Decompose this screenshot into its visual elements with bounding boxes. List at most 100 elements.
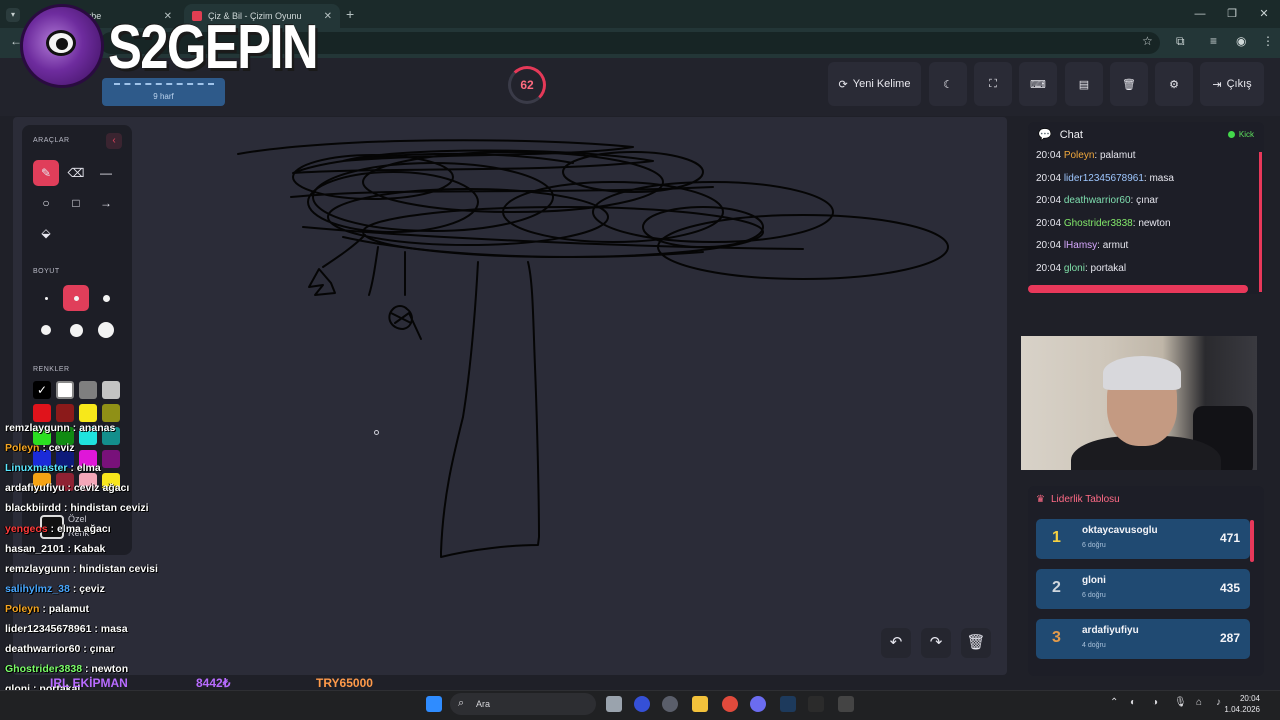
size-option-3[interactable] <box>93 285 119 311</box>
color-swatch[interactable] <box>56 381 74 399</box>
colors-section-title: RENKLER <box>33 366 70 373</box>
media-icon[interactable]: ≡ <box>1210 34 1217 48</box>
tray-chevron-icon[interactable]: ⌃ <box>1110 697 1118 708</box>
exit-button[interactable]: ⇥ Çıkış <box>1200 62 1264 106</box>
volume-icon[interactable]: ♪ <box>1216 697 1221 708</box>
windows-start-icon[interactable] <box>426 696 442 712</box>
new-tab-button[interactable]: + <box>346 6 354 22</box>
ea-app-icon[interactable] <box>634 696 650 712</box>
correct-count: 6 doğru <box>1082 592 1106 599</box>
size-option-2[interactable] <box>63 285 89 311</box>
trash-button[interactable]: 🗑 <box>1110 62 1148 106</box>
app-icon[interactable] <box>838 696 854 712</box>
archive-button[interactable]: ▤ <box>1065 62 1103 106</box>
rank-number: 2 <box>1052 579 1061 596</box>
canopy-loop <box>307 171 479 233</box>
overlay-chat-line: Linuxmaster : elma <box>5 462 101 474</box>
circle-tool-button[interactable]: ○ <box>33 190 59 216</box>
window-controls: — ❐ ✕ <box>1184 0 1280 28</box>
bookmark-star-icon[interactable]: ☆ <box>1142 34 1153 48</box>
restore-icon[interactable]: ❐ <box>1216 0 1248 28</box>
microphone-icon[interactable]: 🎙 <box>1174 697 1187 708</box>
size-option-6[interactable] <box>93 317 119 343</box>
overlay-chat-user: deathwarrior60 <box>5 643 81 656</box>
tray-icon[interactable]: ◑ <box>1152 697 1158 708</box>
color-swatch[interactable] <box>56 404 74 422</box>
message-time: 20:04 <box>1036 240 1062 252</box>
player-score: 435 <box>1219 581 1240 595</box>
app-icon[interactable] <box>662 696 678 712</box>
settings-button[interactable]: ⚙ <box>1155 62 1193 106</box>
message-time: 20:04 <box>1036 195 1062 207</box>
leaderboard-panel: ♛ Liderlik Tablosu 1 oktaycavusoglu 6 doğr… <box>1028 486 1264 676</box>
discord-icon[interactable] <box>750 696 766 712</box>
line-tool-button[interactable]: — <box>93 160 119 186</box>
new-word-button[interactable]: ⟳ Yeni Kelime <box>828 62 921 106</box>
steam-icon[interactable] <box>780 696 796 712</box>
redo-button[interactable]: ↷ <box>921 628 951 658</box>
eraser-tool-button[interactable]: ⌫ <box>63 160 89 186</box>
size-option-1[interactable] <box>33 285 59 311</box>
close-icon[interactable]: ✕ <box>324 11 332 22</box>
fullscreen-button[interactable]: ⛶ <box>974 62 1012 106</box>
message-user[interactable]: gloni <box>1064 263 1085 274</box>
color-swatch[interactable] <box>102 381 120 399</box>
chat-scrollbar[interactable] <box>1259 152 1262 292</box>
message-user[interactable]: lider12345678961 <box>1064 173 1144 184</box>
close-window-icon[interactable]: ✕ <box>1248 0 1280 28</box>
task-view-icon[interactable] <box>606 696 622 712</box>
color-swatch[interactable] <box>102 404 120 422</box>
fill-tool-button[interactable]: ⬙ <box>33 220 59 246</box>
menu-icon[interactable]: ⋮ <box>1262 34 1274 48</box>
profile-icon[interactable]: ◉ <box>1236 34 1246 48</box>
tools-section-title: ARAÇLAR <box>33 137 70 144</box>
overlay-chat-user: salihylmz_38 <box>5 582 70 595</box>
fruit-sketch <box>388 305 422 340</box>
rectangle-tool-button[interactable]: □ <box>63 190 89 216</box>
chat-title: Chat <box>1059 128 1083 141</box>
player-name: ardafiyufiyu <box>1082 625 1139 636</box>
minimize-icon[interactable]: — <box>1184 0 1216 28</box>
taskbar-clock[interactable]: 20:04 1.04.2026 <box>1224 693 1260 715</box>
chrome-icon[interactable] <box>722 696 738 712</box>
undo-button[interactable]: ↶ <box>881 628 911 658</box>
overlay-chat-line: Ghostrider3838 : newton <box>5 663 128 675</box>
correct-count: 4 doğru <box>1082 642 1106 649</box>
taskbar-search[interactable]: ⌕ Ara <box>450 693 596 715</box>
overlay-chat-text: : Kabak <box>64 542 106 555</box>
size-option-5[interactable] <box>63 317 89 343</box>
color-swatch[interactable] <box>33 404 51 422</box>
keyboard-button[interactable]: ⌨ <box>1019 62 1057 106</box>
pen-tool-button[interactable]: ✎ <box>33 160 59 186</box>
arrow-tool-button[interactable]: → <box>93 190 119 216</box>
message-text: çınar <box>1136 195 1159 207</box>
message-user[interactable]: Ghostrider3838 <box>1064 218 1133 229</box>
gear-icon: ⚙ <box>1169 78 1179 91</box>
size-option-4[interactable] <box>33 317 59 343</box>
extensions-icon[interactable]: ⧉ <box>1176 34 1185 49</box>
collapse-panel-button[interactable]: ‹ <box>106 133 122 149</box>
color-swatch[interactable] <box>79 404 97 422</box>
color-swatch[interactable]: ✓ <box>33 381 51 399</box>
tray-icon[interactable]: ◐ <box>1130 697 1136 708</box>
message-user[interactable]: Poleyn <box>1064 150 1095 161</box>
overlay-chat-user: blackbiirdd <box>5 502 62 515</box>
app-icon[interactable] <box>808 696 824 712</box>
leaderboard-scrollbar[interactable] <box>1250 520 1254 562</box>
brush-cursor <box>374 430 379 435</box>
color-swatch[interactable] <box>79 381 97 399</box>
overlay-chat-user: ardafiyufiyu <box>5 482 65 495</box>
clear-canvas-button[interactable]: 🗑 <box>961 628 991 658</box>
file-explorer-icon[interactable] <box>692 696 708 712</box>
overlay-chat-user: remzlaygunn <box>5 562 70 575</box>
chat-message: 20:04 lider12345678961: masa <box>1036 172 1174 184</box>
network-icon[interactable]: ⌂ <box>1196 697 1202 708</box>
message-user[interactable]: lHamsy <box>1064 240 1097 251</box>
color-swatch[interactable] <box>102 450 120 468</box>
dark-mode-button[interactable]: ☾ <box>929 62 967 106</box>
message-text: armut <box>1102 240 1129 252</box>
chat-bubbles-icon: 💬 <box>1038 129 1052 141</box>
overlay-chat-user: yengeos <box>5 522 48 535</box>
message-user[interactable]: deathwarrior60 <box>1064 195 1131 206</box>
rank-number: 1 <box>1052 529 1061 546</box>
